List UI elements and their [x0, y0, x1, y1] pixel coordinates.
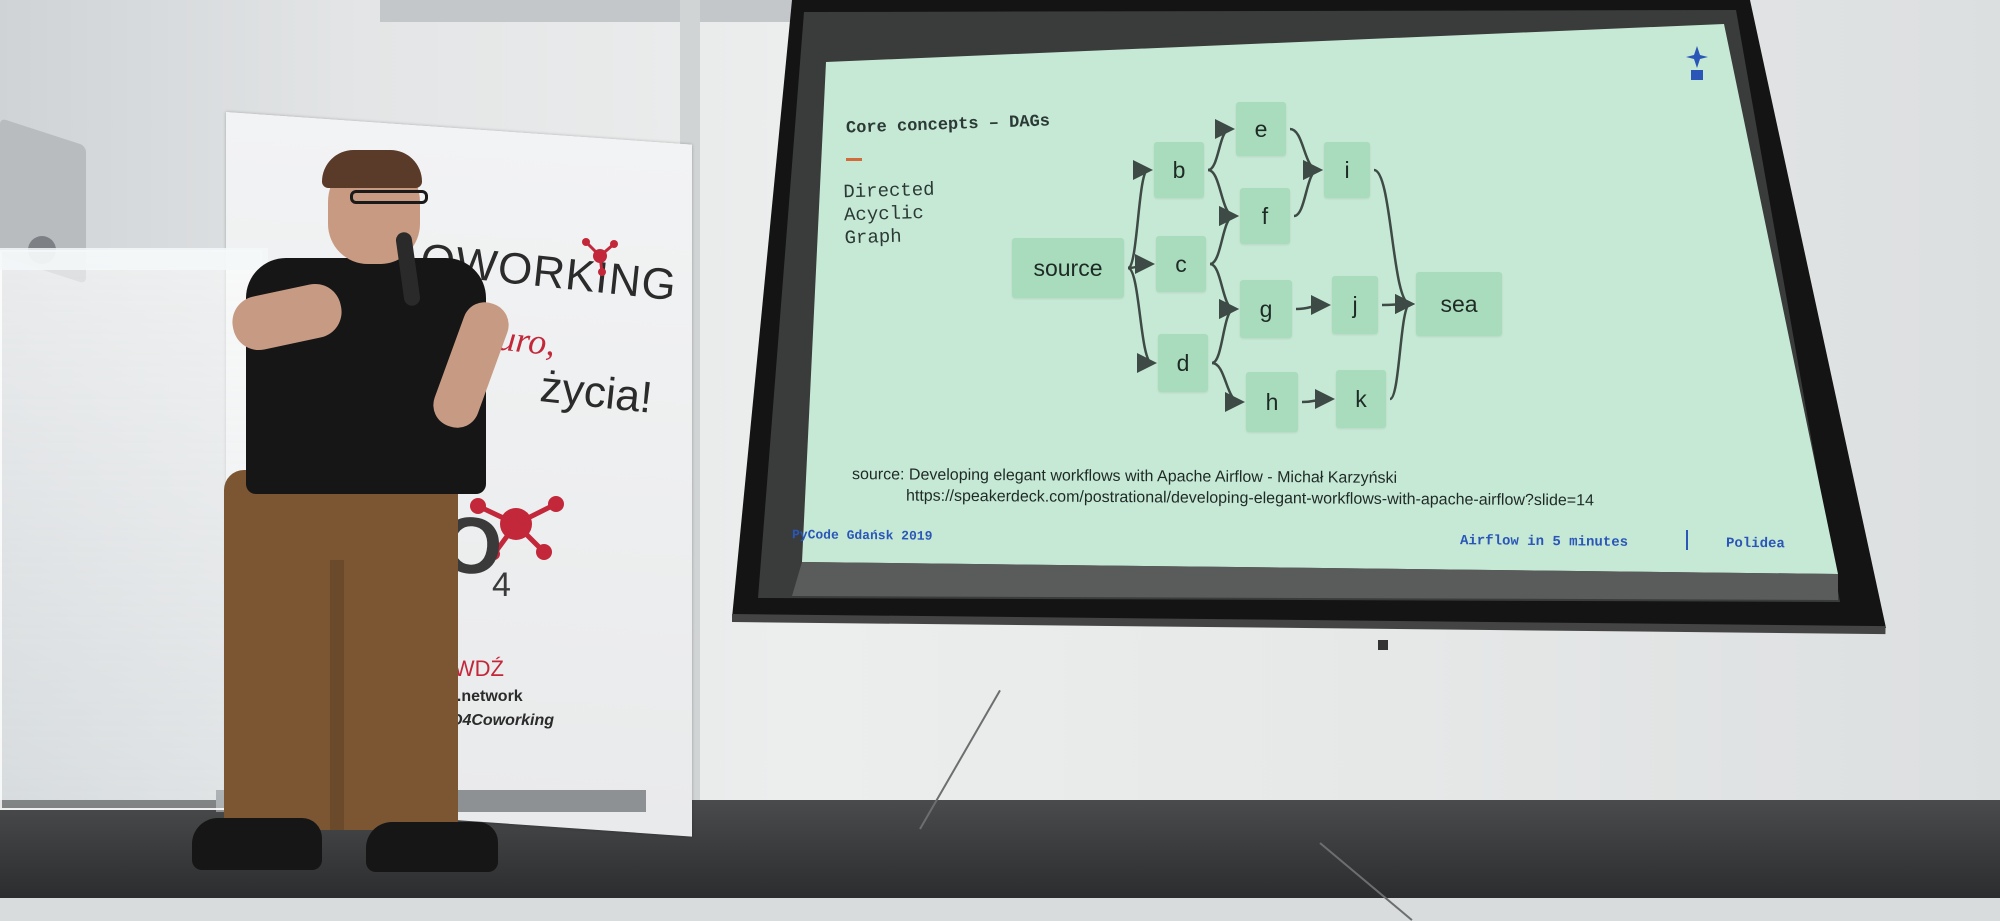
dag-node-i: i [1324, 142, 1370, 198]
dag-node-j: j [1332, 276, 1378, 334]
dag-edge-c-g [1209, 262, 1239, 319]
dag-edge-b-f [1207, 168, 1239, 226]
dag-edge-d-h [1211, 361, 1245, 412]
slide-footer-company: Polidea [1725, 535, 1785, 553]
dag-node-h: h [1246, 372, 1298, 432]
dag-edge-f-i [1293, 160, 1323, 218]
dag-edge-d-g [1211, 299, 1239, 365]
slide-footer-event: PyCode Gdańsk 2019 [791, 527, 933, 544]
dag-edge-h-k [1301, 389, 1335, 410]
dag-node-g: g [1240, 280, 1292, 338]
dag-node-e: e [1236, 102, 1286, 156]
dag-edge-j-sea [1381, 294, 1415, 315]
dag-edge-e-i [1289, 127, 1323, 180]
dag-node-d: d [1158, 334, 1208, 392]
dag-node-b: b [1154, 142, 1204, 198]
dag-edge-i-sea [1373, 168, 1415, 314]
dag-node-k: k [1336, 370, 1386, 428]
dag-edge-source-b [1126, 160, 1153, 270]
slide-footer-talk: Airflow in 5 minutes [1459, 533, 1629, 551]
dag-edges [1126, 119, 1415, 412]
dag-edge-source-d [1127, 266, 1157, 373]
slide-footer-separator [1686, 530, 1688, 550]
dag-node-sea: sea [1416, 272, 1502, 336]
dag-edge-g-j [1295, 295, 1331, 316]
dag-edge-k-sea [1388, 294, 1415, 401]
slide-source-line: source: Developing elegant workflows wit… [851, 466, 1398, 487]
dag-node-c: c [1156, 236, 1206, 292]
dag-edge-c-f [1209, 206, 1239, 266]
dag-edge-b-e [1207, 119, 1235, 172]
dag-node-source: source [1012, 238, 1124, 298]
dag-node-f: f [1240, 188, 1290, 244]
polidea-logo-icon [1686, 46, 1708, 80]
